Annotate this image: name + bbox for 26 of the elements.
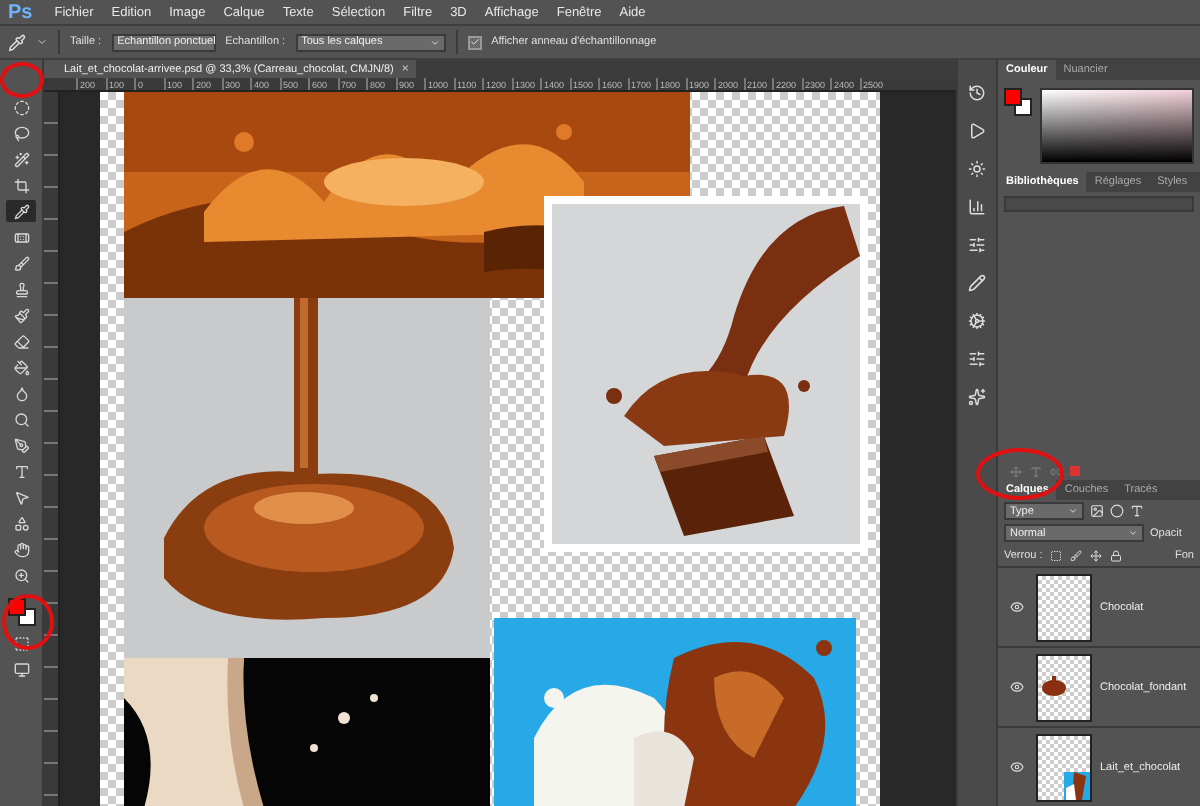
pencil-icon[interactable] bbox=[963, 270, 991, 294]
eyedropper-icon[interactable] bbox=[6, 200, 36, 222]
ring-checkbox[interactable] bbox=[467, 35, 482, 49]
highlight-circle bbox=[974, 444, 1066, 504]
layer-thumbnail bbox=[1036, 733, 1092, 801]
move-icon[interactable] bbox=[1088, 548, 1103, 562]
lock-icon[interactable] bbox=[1108, 548, 1123, 562]
layer-thumbnail bbox=[1036, 653, 1092, 721]
highlight-circle bbox=[0, 592, 60, 652]
image-icon[interactable] bbox=[1090, 504, 1104, 518]
caret-icon bbox=[1128, 528, 1138, 538]
type-icon[interactable] bbox=[1130, 504, 1144, 518]
caret-icon bbox=[1068, 506, 1078, 516]
color-swatches[interactable] bbox=[1004, 88, 1032, 116]
layer-thumbnail bbox=[1036, 573, 1092, 641]
brush-icon[interactable] bbox=[1068, 548, 1083, 562]
library-field[interactable] bbox=[1004, 196, 1194, 212]
app-logo: Ps bbox=[8, 1, 33, 23]
gear-icon[interactable] bbox=[963, 308, 991, 332]
caret-icon bbox=[429, 37, 440, 47]
circle-icon[interactable] bbox=[1110, 504, 1124, 518]
color-swatches[interactable] bbox=[5, 596, 37, 628]
color-spectrum[interactable] bbox=[1040, 88, 1194, 164]
highlight-circle bbox=[0, 60, 44, 100]
eyedropper-icon[interactable] bbox=[8, 33, 26, 51]
sparkle-icon[interactable] bbox=[963, 384, 991, 408]
